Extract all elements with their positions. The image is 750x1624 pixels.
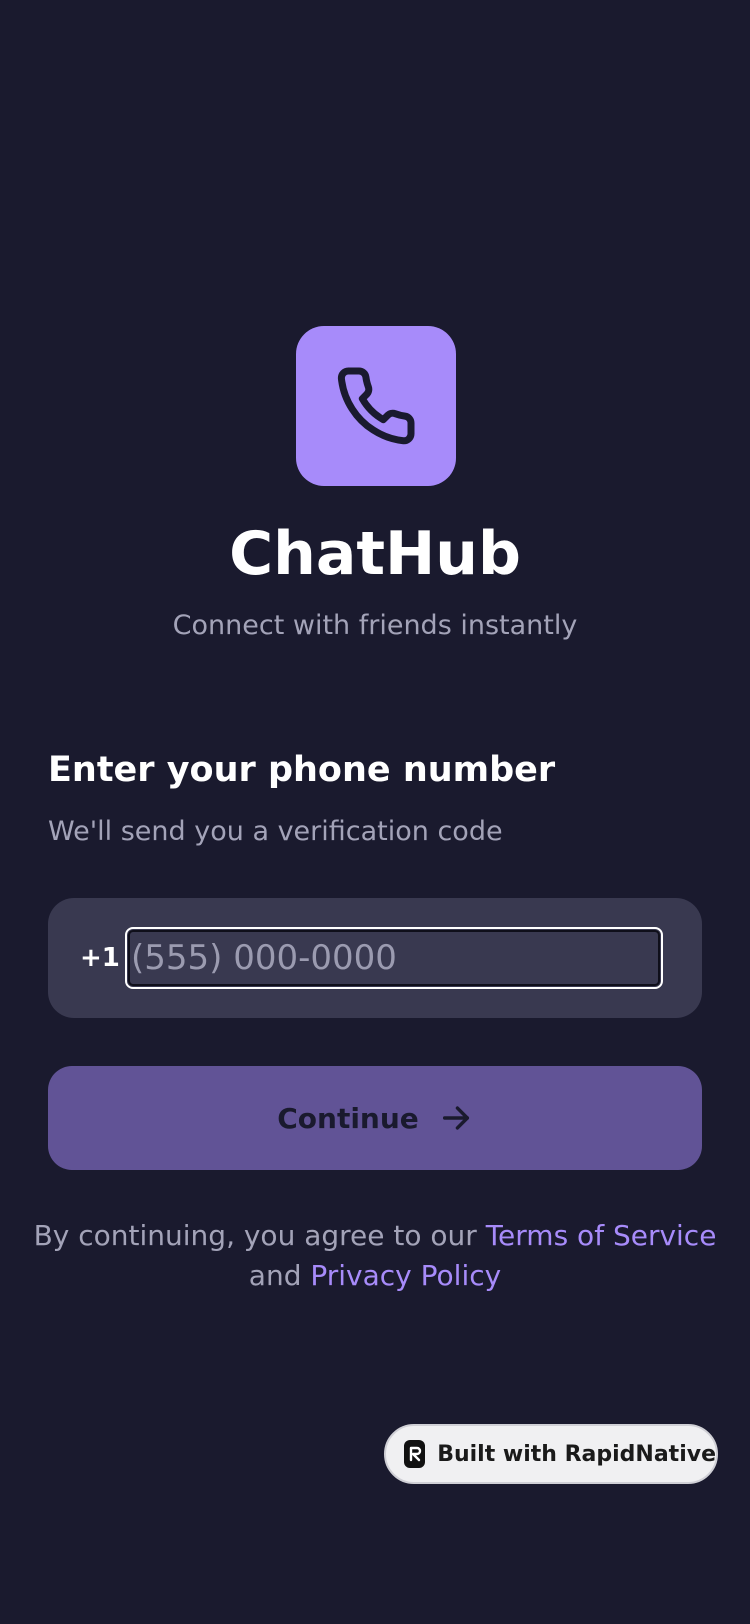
privacy-policy-link[interactable]: Privacy Policy [310, 1259, 501, 1292]
legal-notice: By continuing, you agree to our Terms of… [0, 1216, 750, 1296]
phone-icon [337, 367, 415, 445]
continue-button[interactable]: Continue [48, 1066, 702, 1170]
phone-subheading: We'll send you a verification code [48, 816, 503, 847]
badge-label: Built with RapidNative [437, 1441, 716, 1467]
legal-prefix: By continuing, you agree to our [33, 1219, 486, 1252]
app-subtitle: Connect with friends instantly [172, 610, 578, 641]
phone-number-input[interactable] [125, 927, 663, 989]
continue-label: Continue [277, 1101, 419, 1135]
app-logo [296, 326, 456, 486]
app-title: ChatHub [229, 519, 521, 589]
terms-of-service-link[interactable]: Terms of Service [486, 1219, 717, 1252]
legal-middle: and [248, 1259, 311, 1292]
phone-input-container: +1 [48, 898, 702, 1018]
country-code[interactable]: +1 [80, 898, 120, 1018]
built-with-badge[interactable]: Built with RapidNative [384, 1424, 718, 1484]
rapidnative-logo-icon [404, 1440, 426, 1468]
arrow-right-icon [442, 1106, 469, 1130]
phone-heading: Enter your phone number [48, 750, 556, 790]
